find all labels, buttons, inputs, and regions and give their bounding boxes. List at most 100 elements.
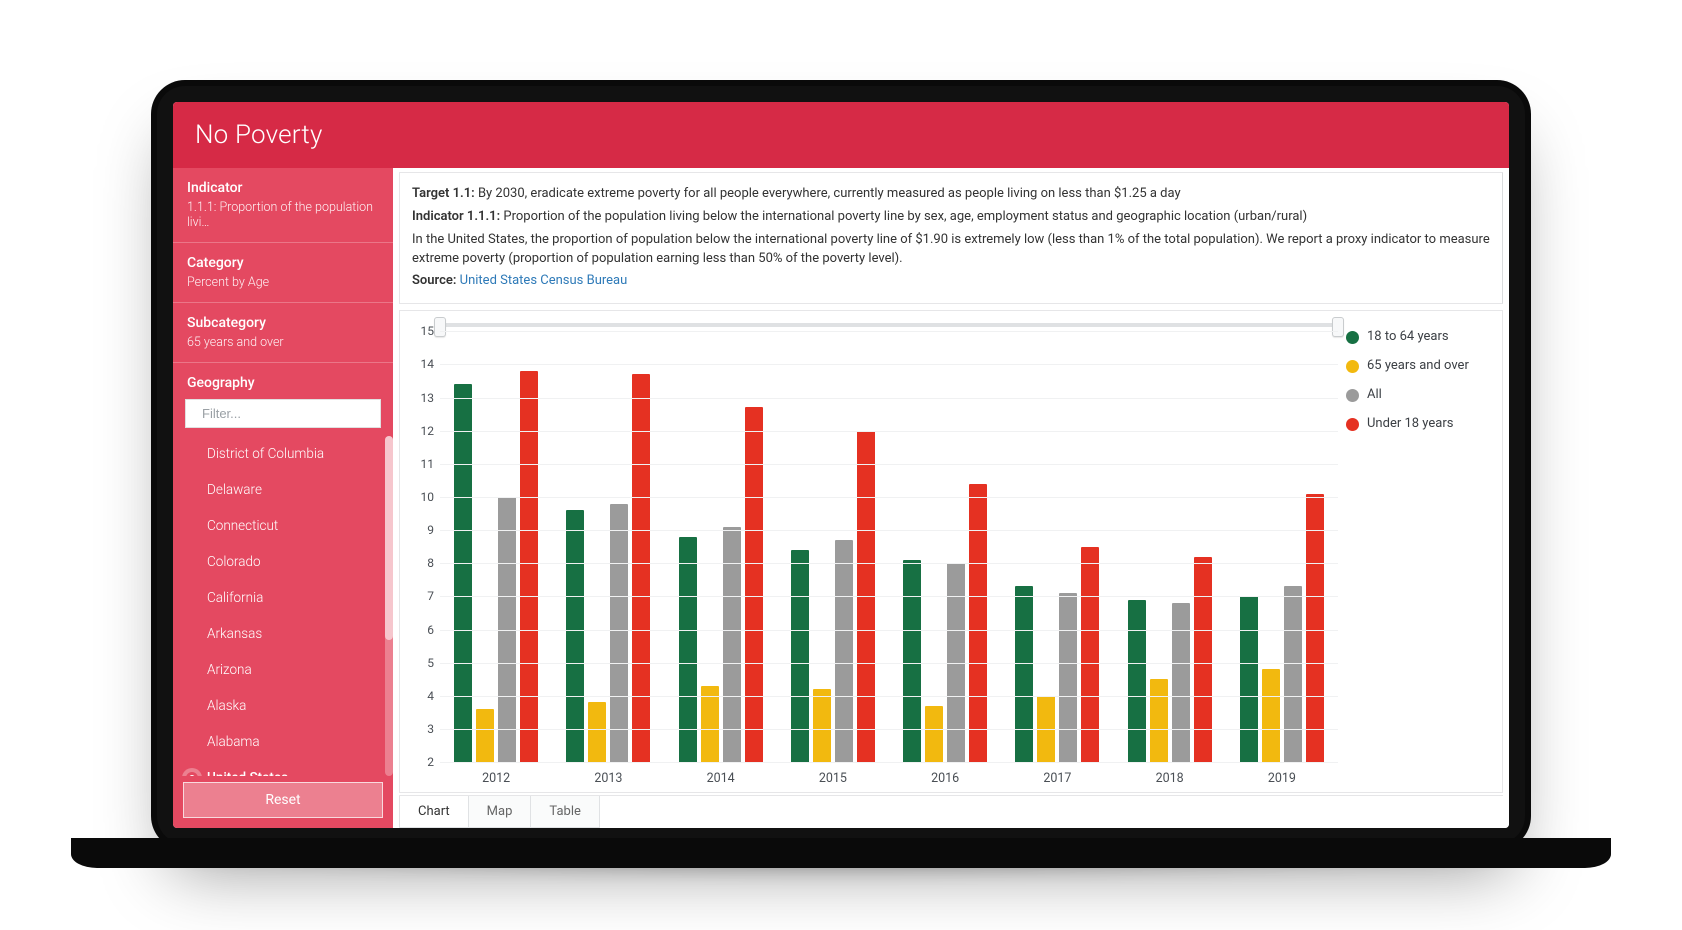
gridline (440, 563, 1338, 564)
year-group: 2016 (889, 331, 1001, 762)
bar[interactable] (791, 550, 809, 762)
bar[interactable] (903, 560, 921, 762)
bar[interactable] (1306, 494, 1324, 762)
legend-item[interactable]: 65 years and over (1346, 358, 1490, 373)
year-group: 2014 (665, 331, 777, 762)
legend-item[interactable]: Under 18 years (1346, 416, 1490, 431)
legend-label: 65 years and over (1367, 358, 1469, 373)
sidebar-category-value: Percent by Age (187, 275, 379, 290)
gridline (440, 364, 1338, 365)
scrollbar-track[interactable] (385, 436, 393, 776)
chart-container: 23456789101112131415 2012201320142015201… (399, 310, 1503, 793)
gridline (440, 663, 1338, 664)
bar[interactable] (1150, 679, 1168, 762)
y-axis: 23456789101112131415 (400, 311, 440, 792)
plot-wrap: 23456789101112131415 2012201320142015201… (400, 311, 1342, 792)
geography-item[interactable]: Colorado (173, 544, 393, 580)
y-axis-tick: 14 (421, 357, 435, 371)
year-group: 2017 (1001, 331, 1113, 762)
description-box: Target 1.1: By 2030, eradicate extreme p… (399, 172, 1503, 304)
year-group: 2012 (440, 331, 552, 762)
y-axis-tick: 8 (427, 556, 434, 570)
gridline (440, 331, 1338, 332)
geography-item[interactable]: Connecticut (173, 508, 393, 544)
view-tab-chart[interactable]: Chart (399, 796, 469, 828)
x-axis-label: 2017 (1001, 771, 1113, 786)
legend-label: Under 18 years (1367, 416, 1453, 431)
gridline (440, 464, 1338, 465)
bar[interactable] (745, 407, 763, 762)
view-tabs: ChartMapTable (399, 795, 1503, 828)
geography-item[interactable]: Arkansas (173, 616, 393, 652)
bar[interactable] (1284, 586, 1302, 762)
bar[interactable] (813, 689, 831, 762)
y-axis-tick: 10 (421, 490, 435, 504)
legend-item[interactable]: 18 to 64 years (1346, 329, 1490, 344)
legend-label: All (1367, 387, 1382, 402)
view-tab-table[interactable]: Table (530, 796, 599, 828)
bar[interactable] (1128, 600, 1146, 762)
bar[interactable] (632, 374, 650, 762)
bar[interactable] (454, 384, 472, 762)
laptop-mockup: No Poverty Indicator 1.1.1: Proportion o… (151, 80, 1531, 850)
laptop-base (71, 838, 1611, 868)
target-label: Target 1.1: (412, 186, 475, 201)
bar[interactable] (1059, 593, 1077, 762)
source-link[interactable]: United States Census Bureau (460, 273, 628, 288)
geography-item[interactable]: Arizona (173, 652, 393, 688)
y-axis-tick: 7 (427, 589, 434, 603)
bar[interactable] (1262, 669, 1280, 762)
bar[interactable] (723, 527, 741, 762)
page-title: No Poverty (173, 102, 1509, 168)
reset-button[interactable]: Reset (183, 782, 383, 818)
gridline (440, 596, 1338, 597)
sidebar-indicator-value: 1.1.1: Proportion of the population livi… (187, 200, 379, 230)
year-group: 2019 (1226, 331, 1338, 762)
bar[interactable] (1240, 596, 1258, 762)
y-axis-tick: 4 (427, 689, 434, 703)
bar[interactable] (566, 510, 584, 762)
app-screen: No Poverty Indicator 1.1.1: Proportion o… (173, 102, 1509, 828)
legend-swatch (1346, 360, 1359, 373)
bar[interactable] (520, 371, 538, 762)
bar[interactable] (969, 484, 987, 762)
sidebar-indicator[interactable]: Indicator 1.1.1: Proportion of the popul… (173, 168, 393, 243)
sidebar: Indicator 1.1.1: Proportion of the popul… (173, 168, 393, 828)
bar[interactable] (1194, 557, 1212, 762)
x-axis-label: 2013 (552, 771, 664, 786)
sidebar-subcategory-value: 65 years and over (187, 335, 379, 350)
geography-item[interactable]: California (173, 580, 393, 616)
bar[interactable] (476, 709, 494, 762)
bar[interactable] (925, 706, 943, 762)
scrollbar-thumb[interactable] (385, 436, 393, 640)
range-slider-track[interactable] (440, 323, 1338, 327)
bar[interactable] (610, 504, 628, 762)
geography-item[interactable]: Alabama (173, 724, 393, 760)
legend-swatch (1346, 389, 1359, 402)
sidebar-category-label: Category (187, 255, 379, 271)
bar[interactable] (588, 702, 606, 762)
description-body: In the United States, the proportion of … (412, 231, 1490, 269)
legend-label: 18 to 64 years (1367, 329, 1449, 344)
gridline (440, 729, 1338, 730)
bar[interactable] (1172, 603, 1190, 762)
bar[interactable] (701, 686, 719, 762)
bar[interactable] (1015, 586, 1033, 762)
geography-filter-input[interactable] (202, 406, 378, 421)
geography-list: District of ColumbiaDelawareConnecticutC… (173, 436, 393, 776)
geography-item[interactable]: Delaware (173, 472, 393, 508)
geography-item[interactable]: Alaska (173, 688, 393, 724)
legend-item[interactable]: All (1346, 387, 1490, 402)
y-axis-tick: 3 (427, 722, 434, 736)
sidebar-category[interactable]: Category Percent by Age (173, 243, 393, 303)
geography-filter[interactable] (185, 399, 381, 428)
view-tab-map[interactable]: Map (468, 796, 532, 828)
target-text: By 2030, eradicate extreme poverty for a… (478, 186, 1181, 201)
plot-area: 20122013201420152016201720182019 (440, 321, 1338, 762)
geography-item[interactable]: District of Columbia (173, 436, 393, 472)
gridline (440, 696, 1338, 697)
year-group: 2013 (552, 331, 664, 762)
year-group: 2018 (1114, 331, 1226, 762)
sidebar-subcategory[interactable]: Subcategory 65 years and over (173, 303, 393, 363)
geography-item[interactable]: United States (173, 760, 393, 776)
